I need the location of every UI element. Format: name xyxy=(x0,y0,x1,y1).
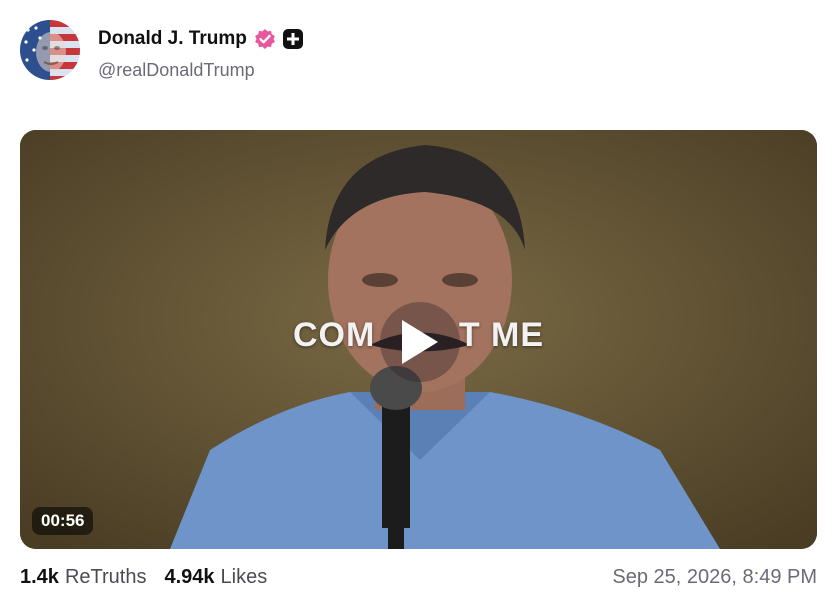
retruths-stat[interactable]: 1.4k ReTruths xyxy=(20,566,146,589)
video-duration: 00:56 xyxy=(32,507,94,535)
user-handle[interactable]: @realDonaldTrump xyxy=(98,60,255,81)
plus-badge-icon xyxy=(282,28,304,50)
retruths-count: 1.4k xyxy=(20,566,59,588)
flag-face-avatar-icon xyxy=(20,20,80,80)
likes-stat[interactable]: 4.94k Likes xyxy=(164,566,267,589)
likes-label: Likes xyxy=(220,566,268,588)
post-header: Donald J. Trump @realDonaldTrump xyxy=(20,20,820,82)
likes-count: 4.94k xyxy=(164,566,215,588)
post-timestamp[interactable]: Sep 25, 2026, 8:49 PM xyxy=(612,566,817,589)
retruths-label: ReTruths xyxy=(64,566,147,588)
post-stats: 1.4k ReTruths 4.94k Likes xyxy=(20,566,267,589)
video-player[interactable]: COM T ME 00:56 xyxy=(20,130,817,549)
play-icon xyxy=(402,320,438,364)
play-button[interactable] xyxy=(380,302,460,382)
verified-badge-icon xyxy=(254,28,276,50)
display-name[interactable]: Donald J. Trump xyxy=(98,28,247,50)
avatar[interactable] xyxy=(20,20,80,80)
